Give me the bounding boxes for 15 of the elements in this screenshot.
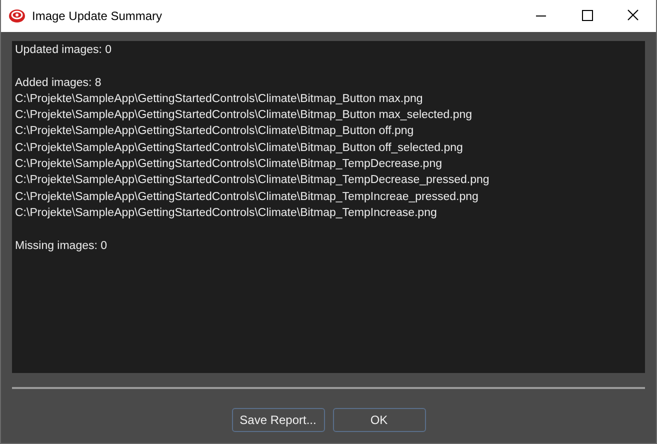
file-path: C:\Projekte\SampleApp\GettingStartedControls\Climate\Bitmap_TempIncreae_pressed.png — [15, 190, 478, 205]
window-title: Image Update Summary — [32, 9, 164, 23]
file-path: C:\Projekte\SampleApp\GettingStartedControls\Climate\Bitmap_Button off.png — [15, 124, 414, 140]
dialog-button[interactable]: Save Report... — [232, 408, 324, 432]
app-logo-icon — [8, 8, 26, 24]
file-path: C:\Projekte\SampleApp\GettingStartedControls\Climate\Bitmap_TempDecrease.png — [15, 157, 442, 172]
report-heading: Added images: 8 — [15, 76, 102, 91]
dialog-button[interactable]: OK — [332, 408, 426, 432]
file-path: C:\Projekte\SampleApp\GettingStartedControls\Climate\Bitmap_Button max.png — [15, 92, 423, 107]
file-path: C:\Projekte\SampleApp\GettingStartedControls\Climate\Bitmap_Button max_selected.png — [15, 108, 472, 124]
file-path: C:\Projekte\SampleApp\GettingStartedControls\Climate\Bitmap_TempIncrease.png — [15, 206, 437, 221]
file-path: C:\Projekte\SampleApp\GettingStartedControls\Climate\Bitmap_TempDecrease_pressed.png — [15, 173, 490, 188]
report-heading: Missing images: 0 — [15, 238, 108, 254]
report-heading: Updated images: 0 — [15, 43, 112, 58]
file-path: C:\Projekte\SampleApp\GettingStartedControls\Climate\Bitmap_Button off_selected.png — [15, 140, 463, 156]
